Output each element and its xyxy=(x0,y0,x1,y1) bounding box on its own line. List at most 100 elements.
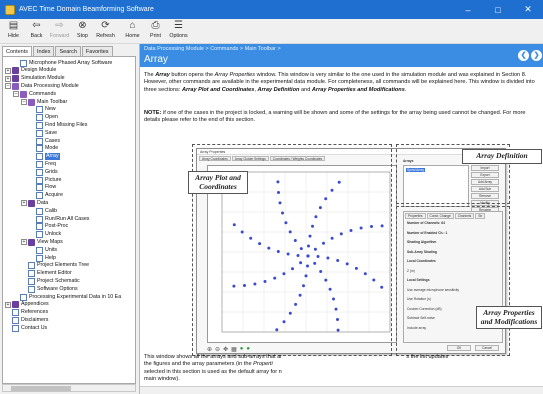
tree-item-label: Microphone Phased Array Software xyxy=(29,59,113,66)
stop-button[interactable]: ⊗ Stop xyxy=(71,19,94,44)
collapse-icon[interactable]: – xyxy=(21,99,27,105)
tree-item[interactable]: Disclaimers xyxy=(5,316,48,324)
page-icon xyxy=(28,262,35,270)
collapse-icon[interactable]: – xyxy=(13,91,19,98)
home-button[interactable]: ⌂ Home xyxy=(121,19,144,44)
expand-icon[interactable]: + xyxy=(21,200,27,207)
tree-item[interactable]: Find Missing Files xyxy=(29,121,87,129)
next-topic-icon[interactable]: ❯ xyxy=(531,50,542,61)
refresh-button[interactable]: ⟳ Refresh xyxy=(94,19,117,44)
close-button[interactable]: ✕ xyxy=(513,0,543,19)
tree-item[interactable]: + Appendices xyxy=(5,301,49,309)
expand-icon[interactable]: + xyxy=(5,67,11,74)
tree-item[interactable]: Grids xyxy=(29,168,58,176)
tree-item[interactable]: Cases xyxy=(29,137,60,145)
title-bar[interactable]: AVEC Time Domain Beamforming Software – … xyxy=(0,0,543,19)
page-icon xyxy=(36,254,43,262)
status-bar xyxy=(140,386,543,394)
tree-item[interactable]: Calib xyxy=(29,207,57,215)
tree-item-label: Post-Proc xyxy=(45,223,69,230)
array-properties-figure: Array Properties Array Coordinates Array… xyxy=(184,140,543,358)
breadcrumb[interactable]: Data Processing Module > Commands > Main… xyxy=(144,46,281,52)
tree-item[interactable]: Help xyxy=(29,254,56,262)
page-icon xyxy=(20,293,27,301)
hide-button[interactable]: ▤ Hide xyxy=(2,19,25,44)
content-pane: Data Processing Module > Commands > Main… xyxy=(139,44,543,394)
options-icon: ☰ xyxy=(174,20,183,31)
page-icon xyxy=(36,168,43,176)
page-icon xyxy=(36,231,43,239)
tree-item-label: Find Missing Files xyxy=(45,121,88,128)
tree-item-label: Element Editor xyxy=(37,270,72,277)
toolbar-button-label: Back xyxy=(30,33,43,39)
tab-index[interactable]: Index xyxy=(33,46,55,56)
tree-item[interactable]: Open xyxy=(29,114,58,122)
page-icon xyxy=(36,215,43,223)
tree-item-label: Data Processing Module xyxy=(21,82,79,89)
tab-favorites[interactable]: Favorites xyxy=(81,46,113,56)
tree-item[interactable]: Save xyxy=(29,129,57,137)
tree-item[interactable]: Processing Experimental Data in 10 Ea xyxy=(13,293,121,301)
book-icon xyxy=(28,98,35,106)
minimize-button[interactable]: – xyxy=(453,0,483,19)
tree-item[interactable]: Freq xyxy=(29,160,56,168)
tree-item[interactable]: Microphone Phased Array Software xyxy=(13,59,112,67)
maximize-button[interactable]: □ xyxy=(483,0,513,19)
tree-item[interactable]: Contact Us xyxy=(5,324,47,332)
options-button[interactable]: ☰ Options xyxy=(167,19,190,44)
callout-array-properties: Array Properties and Modifications xyxy=(476,306,542,329)
book-icon xyxy=(28,199,35,207)
tree-item[interactable]: + Simulation Module xyxy=(5,75,65,83)
page-icon xyxy=(36,153,43,161)
scrollbar-thumb[interactable] xyxy=(11,386,71,391)
tree-item[interactable]: Units xyxy=(29,246,57,254)
tree-item[interactable]: Software Options xyxy=(21,285,78,293)
expand-icon[interactable]: + xyxy=(5,301,11,308)
note-paragraph: NOTE: if one of the cases in the project… xyxy=(144,110,526,124)
tree-item[interactable]: Run/Run All Cases xyxy=(29,215,89,223)
tree-item[interactable]: Project Schematic xyxy=(21,277,80,285)
tree-item[interactable]: + View Maps xyxy=(21,238,63,246)
previous-topic-icon[interactable]: ❮ xyxy=(518,50,529,61)
contents-tree[interactable]: Microphone Phased Array Software + Design … xyxy=(2,56,136,384)
tree-item[interactable]: Unlock xyxy=(29,231,61,239)
tab-search[interactable]: Search xyxy=(55,46,81,56)
tree-item[interactable]: References xyxy=(5,309,48,317)
page-icon xyxy=(36,106,43,114)
tree-item[interactable]: Picture xyxy=(29,176,62,184)
refresh-icon: ⟳ xyxy=(101,20,110,31)
tree-item[interactable]: – Data Processing Module xyxy=(5,82,79,90)
expand-icon[interactable]: + xyxy=(5,75,11,82)
tree-item[interactable]: Post-Proc xyxy=(29,223,68,231)
tree-item-label: Software Options xyxy=(37,285,78,292)
collapse-icon[interactable]: – xyxy=(5,83,11,90)
tree-item[interactable]: – Commands xyxy=(13,90,56,98)
page-icon xyxy=(36,192,43,200)
tree-item-label: Unlock xyxy=(45,231,62,238)
tree-item-label: Data xyxy=(37,199,49,206)
tree-item[interactable]: + Data xyxy=(21,199,48,207)
tree-item-label: Help xyxy=(45,254,56,261)
tree-item[interactable]: – Main Toolbar xyxy=(21,98,67,106)
page-icon xyxy=(12,316,19,324)
toolbar-button-label: Forward xyxy=(49,33,70,39)
back-button[interactable]: ⇦ Back xyxy=(25,19,48,44)
toolbar-button-label: Home xyxy=(125,33,140,39)
tree-item[interactable]: Acquire xyxy=(29,192,63,200)
back-icon: ⇦ xyxy=(32,20,41,31)
expand-icon[interactable]: + xyxy=(21,239,27,246)
tree-horizontal-scrollbar[interactable] xyxy=(2,384,136,392)
tree-item[interactable]: + Design Module xyxy=(5,67,56,75)
forward-button[interactable]: ⇨ Forward xyxy=(48,19,71,44)
tree-item[interactable]: Mode xyxy=(29,145,58,153)
tree-item[interactable]: Array xyxy=(29,153,60,161)
tree-item[interactable]: Element Editor xyxy=(21,270,72,278)
toolbar-button-label: Options xyxy=(169,33,188,39)
print-button[interactable]: ⎙ Print xyxy=(144,19,167,44)
tree-item[interactable]: Flow xyxy=(29,184,56,192)
tree-item[interactable]: Project Elements Tree xyxy=(21,262,89,270)
tree-item[interactable]: New xyxy=(29,106,56,114)
tab-contents[interactable]: Contents xyxy=(2,46,33,56)
page-icon xyxy=(36,184,43,192)
book-icon xyxy=(12,301,19,309)
